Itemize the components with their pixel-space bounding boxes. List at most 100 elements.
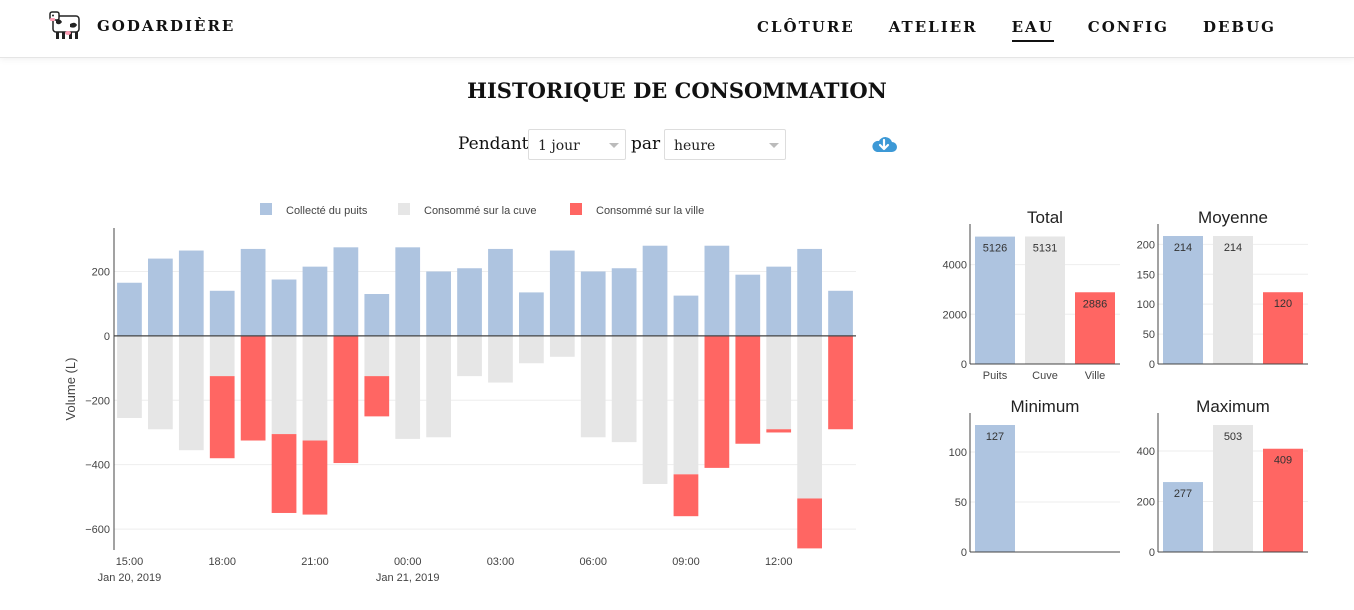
bar-cuve	[395, 335, 421, 439]
x-tick-label: 18:00	[208, 556, 236, 568]
bar-puits	[828, 290, 853, 336]
summary-y-tick-label: 0	[961, 359, 967, 371]
legend-label: Consommé sur la ville	[596, 205, 704, 217]
bar-cuve	[642, 335, 668, 484]
bar-puits	[302, 266, 328, 336]
bar-cuve	[611, 335, 637, 443]
bar-puits	[209, 290, 235, 336]
summary-bar-puits	[1163, 482, 1203, 552]
nav-item-config[interactable]: CONFIG	[1088, 18, 1169, 42]
bar-puits	[611, 268, 637, 336]
chevron-down-icon	[609, 143, 619, 148]
summary-bar-puits	[975, 425, 1015, 552]
group-select-value: heure	[674, 138, 716, 154]
summary-bar-label: 214	[1224, 242, 1242, 254]
bar-ville	[704, 335, 730, 468]
summary-bar-label: 5131	[1033, 242, 1057, 254]
summary-chart-title: Minimum	[1011, 397, 1080, 416]
summary-bar-label: 127	[986, 431, 1004, 443]
summary-y-tick-label: 0	[1149, 547, 1155, 559]
bar-puits	[364, 294, 390, 336]
summary-y-tick-label: 200	[1137, 497, 1155, 509]
summary-x-tick-label: Puits	[983, 370, 1008, 382]
bar-puits	[333, 247, 359, 336]
period-label: Pendant	[458, 134, 529, 154]
summary-bar-label: 2886	[1083, 298, 1107, 310]
bar-cuve	[209, 335, 235, 377]
group-label: par	[631, 134, 661, 154]
bar-cuve	[426, 335, 451, 438]
bar-ville	[364, 376, 390, 417]
y-tick-label: −600	[85, 524, 110, 536]
period-select[interactable]: 1 jour	[528, 129, 626, 160]
y-tick-label: −400	[85, 460, 110, 472]
chevron-down-icon	[769, 143, 779, 148]
cow-icon	[49, 11, 80, 39]
bar-cuve	[549, 335, 575, 357]
summary-y-tick-label: 100	[949, 447, 967, 459]
bar-cuve	[302, 335, 328, 441]
bar-puits	[148, 258, 173, 336]
summary-bar-label: 120	[1274, 298, 1292, 310]
legend-label: Collecté du puits	[286, 205, 368, 217]
x-tick-label: 12:00	[765, 556, 793, 568]
nav-item-eau[interactable]: EAU	[1011, 18, 1054, 42]
nav-item-debug[interactable]: DEBUG	[1203, 18, 1276, 42]
summary-bar-puits	[975, 236, 1015, 364]
bar-ville	[828, 335, 853, 430]
bar-cuve	[271, 335, 297, 435]
bar-cuve	[673, 335, 699, 475]
x-tick-label: 09:00	[672, 556, 700, 568]
cloud-download-icon[interactable]	[871, 134, 897, 156]
bar-puits	[673, 295, 699, 336]
brand[interactable]: GODARDIÈRE	[48, 10, 235, 42]
y-tick-label: 200	[92, 266, 110, 278]
bar-puits	[426, 271, 451, 336]
group-select[interactable]: heure	[664, 129, 786, 160]
summary-bar-label: 277	[1174, 488, 1192, 500]
summary-bar-label: 503	[1224, 431, 1242, 443]
summary-bar-label: 409	[1274, 455, 1292, 467]
main-nav: CLÔTURE ATELIER EAU CONFIG DEBUG	[723, 18, 1276, 42]
summary-y-tick-label: 50	[1143, 329, 1155, 341]
bar-ville	[240, 335, 266, 441]
nav-item-atelier[interactable]: ATELIER	[889, 18, 978, 42]
summary-bar-ville	[1263, 448, 1303, 552]
bar-cuve	[148, 335, 173, 430]
legend-swatch	[260, 203, 272, 215]
summary-bar-cuve	[1213, 236, 1253, 364]
x-tick-sublabel: Jan 21, 2019	[376, 572, 440, 584]
summary-y-tick-label: 4000	[943, 260, 967, 272]
bar-puits	[271, 279, 297, 336]
bar-cuve	[457, 335, 482, 377]
bar-cuve	[117, 335, 142, 418]
summary-chart-title: Total	[1027, 208, 1063, 227]
x-tick-label: 15:00	[116, 556, 144, 568]
summary-chart-title: Maximum	[1196, 397, 1270, 416]
x-tick-label: 03:00	[487, 556, 515, 568]
bar-puits	[704, 245, 730, 336]
summary-bar-label: 214	[1174, 242, 1192, 254]
nav-item-cloture[interactable]: CLÔTURE	[757, 18, 855, 42]
bar-puits	[488, 248, 513, 336]
bar-puits	[240, 248, 266, 336]
bar-puits	[735, 274, 761, 336]
bar-cuve	[797, 335, 822, 499]
summary-x-tick-label: Ville	[1085, 370, 1106, 382]
bar-ville	[673, 474, 699, 517]
bar-ville	[735, 335, 761, 444]
summary-x-tick-label: Cuve	[1032, 370, 1058, 382]
bar-puits	[178, 250, 204, 336]
brand-name: GODARDIÈRE	[97, 17, 236, 35]
summary-y-tick-label: 2000	[943, 309, 967, 321]
bar-ville	[302, 440, 328, 515]
bar-cuve	[364, 335, 390, 377]
y-tick-label: −200	[85, 395, 110, 407]
bar-ville	[797, 498, 822, 549]
x-tick-label: 00:00	[394, 556, 422, 568]
x-tick-label: 21:00	[301, 556, 329, 568]
legend-swatch	[570, 203, 582, 215]
navbar: GODARDIÈRE CLÔTURE ATELIER EAU CONFIG DE…	[0, 0, 1354, 58]
bar-puits	[766, 266, 792, 336]
summary-y-tick-label: 200	[1137, 239, 1155, 251]
